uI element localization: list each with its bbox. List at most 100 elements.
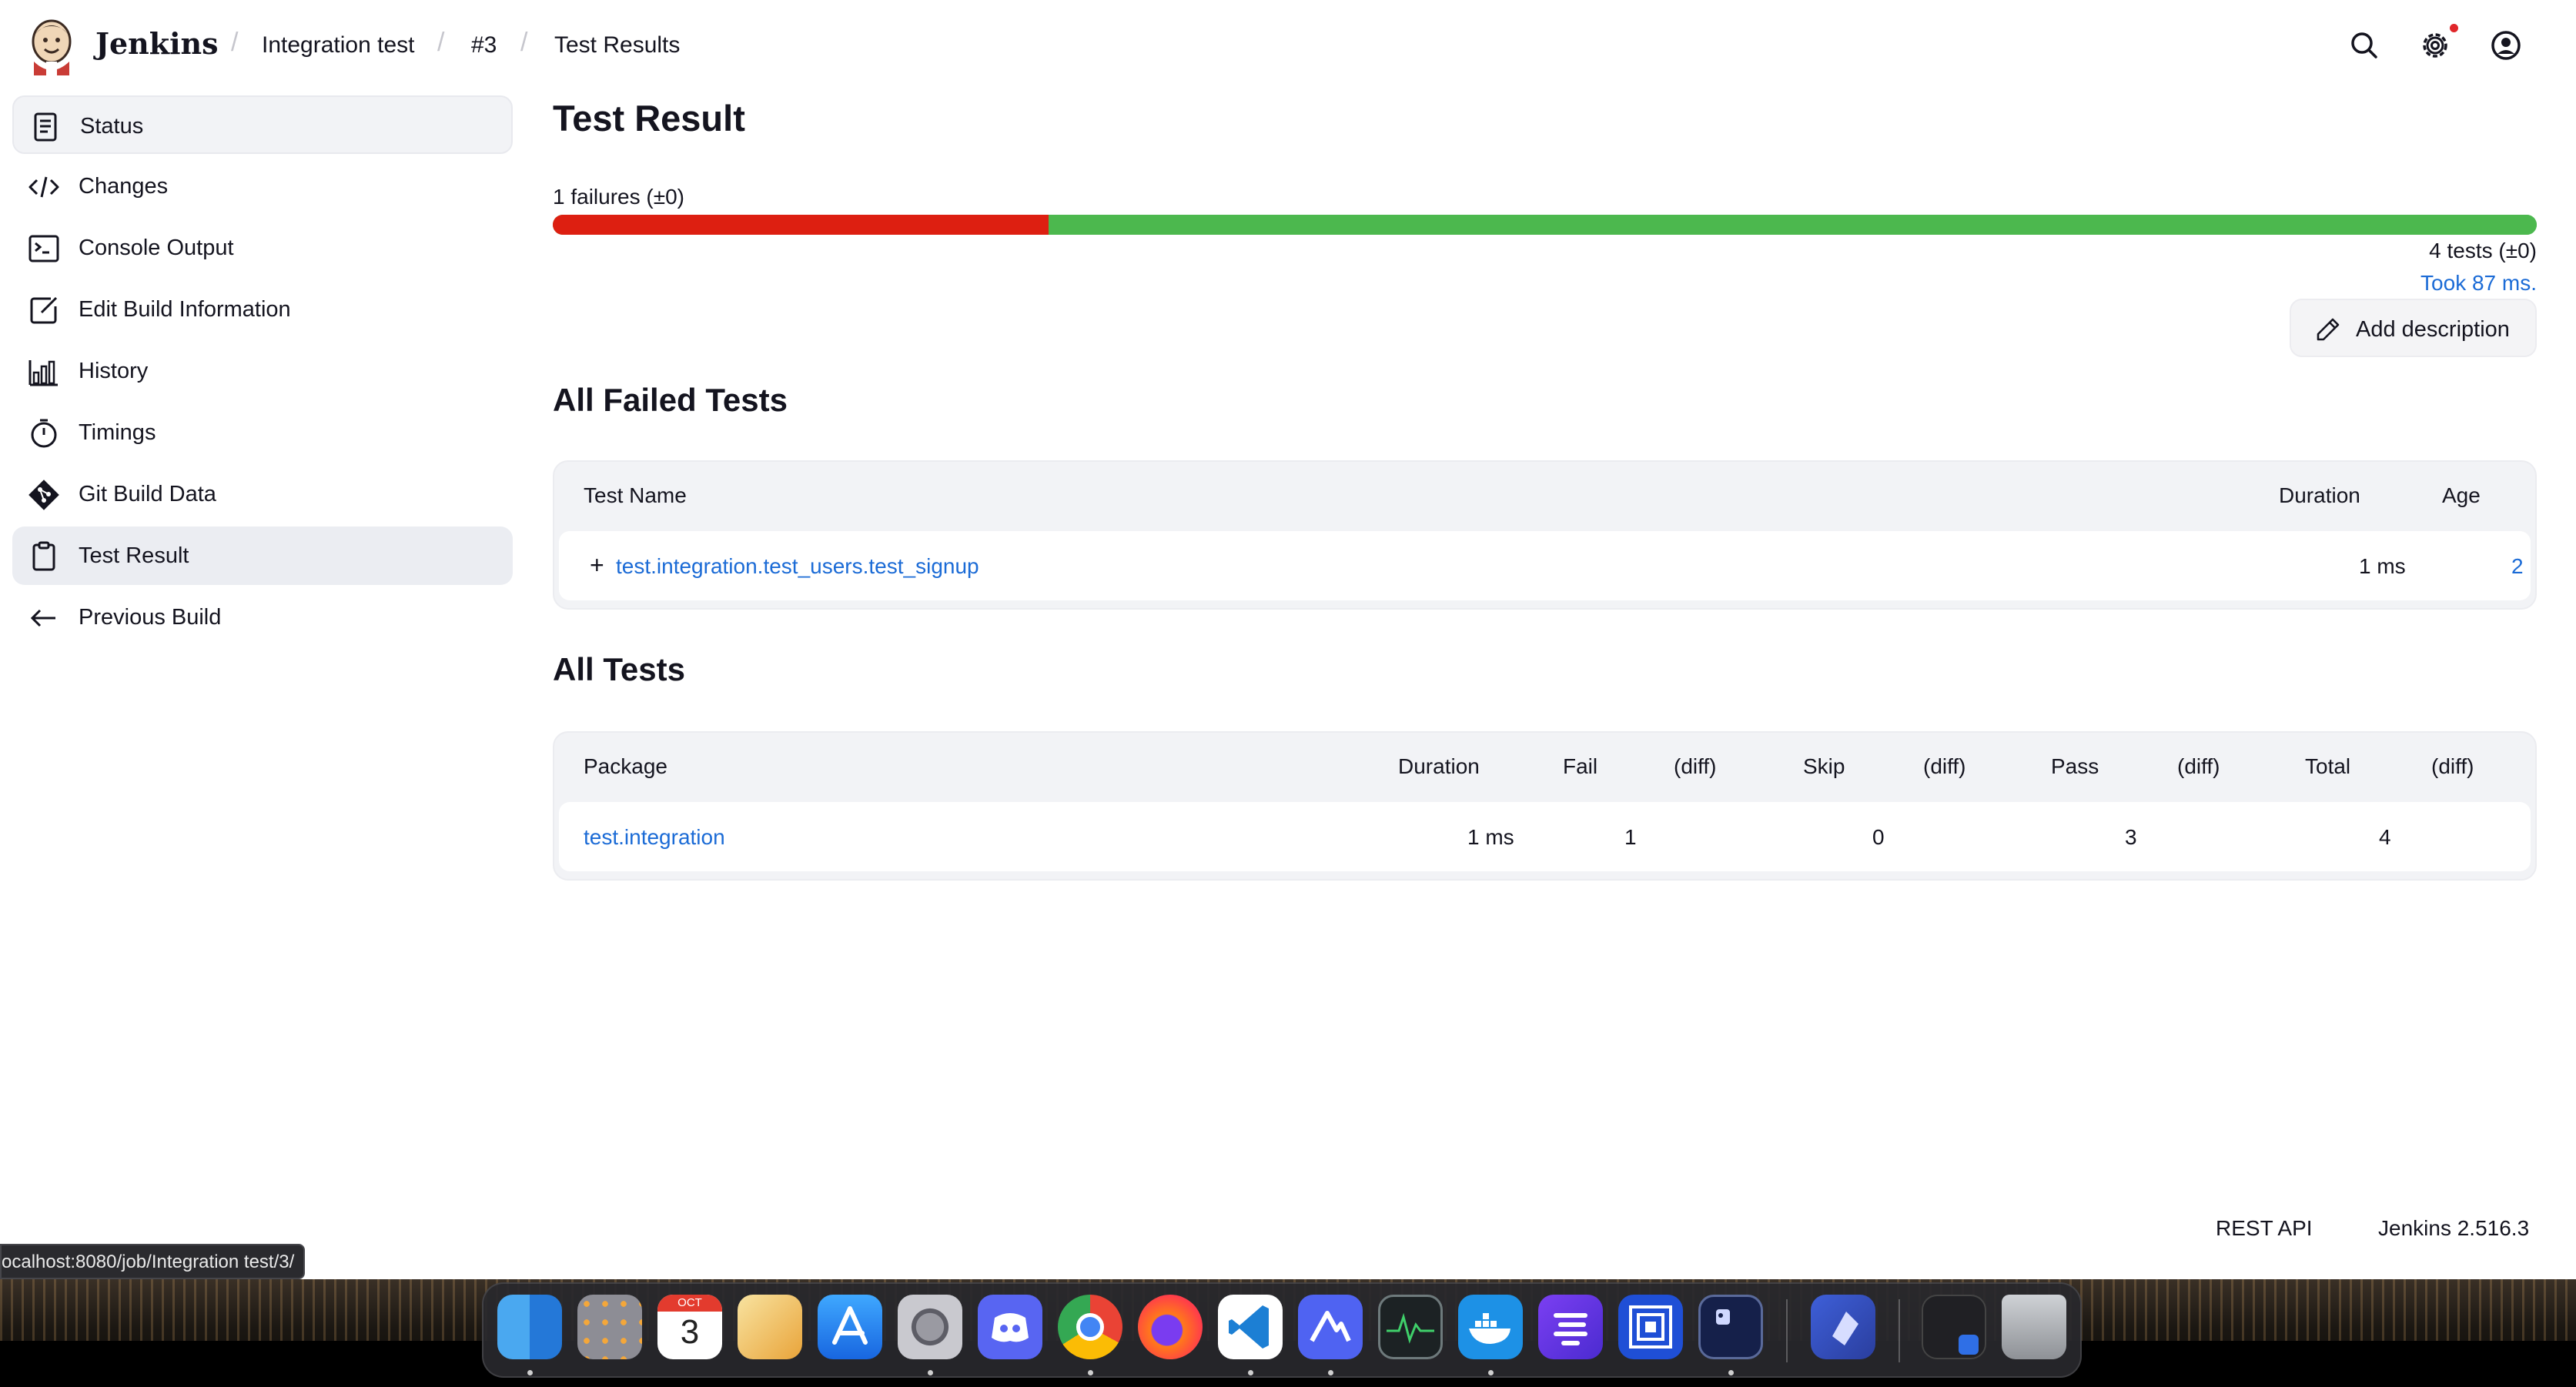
chrome-center: [1076, 1313, 1104, 1341]
column-header-pass[interactable]: Pass: [2051, 754, 2099, 779]
package-duration: 1 ms: [1467, 825, 1514, 849]
arrow-left-icon: [30, 609, 55, 627]
sidebar-item-label: Timings: [79, 420, 156, 445]
status-bar-url: ocalhost:8080/job/Integration test/3/: [0, 1244, 306, 1279]
table-header: Package Duration Fail (diff) Skip (diff)…: [554, 733, 2535, 802]
jenkins-logo[interactable]: [28, 17, 75, 75]
brand-name[interactable]: Jenkins: [95, 26, 219, 61]
terminal-icon: [28, 235, 59, 262]
sidebar-item-label: Test Result: [79, 543, 189, 568]
sidebar-item-label: Previous Build: [79, 605, 222, 630]
virtualbox-icon[interactable]: [1618, 1295, 1683, 1359]
git-icon: [28, 480, 59, 510]
sidebar-item-console-output[interactable]: Console Output: [12, 219, 513, 277]
column-header-total-diff[interactable]: (diff): [2431, 754, 2474, 779]
breadcrumb-job[interactable]: Integration test: [262, 32, 414, 58]
expand-icon[interactable]: +: [590, 551, 604, 580]
launchpad-icon[interactable]: [577, 1295, 642, 1359]
xcode-tool-icon[interactable]: [1811, 1295, 1875, 1359]
activity-monitor-icon[interactable]: [1378, 1295, 1443, 1359]
jenkins-version-link[interactable]: Jenkins 2.516.3: [2378, 1216, 2529, 1241]
calendar-month: OCT: [657, 1295, 722, 1312]
all-tests-title: All Tests: [553, 651, 685, 687]
page: Jenkins / Integration test / #3 / Test R…: [0, 0, 2576, 1387]
app-store-icon[interactable]: [818, 1295, 882, 1359]
breadcrumb-test-results[interactable]: Test Results: [554, 32, 680, 58]
package-link[interactable]: test.integration: [584, 825, 725, 850]
progress-fail-segment: [553, 215, 1049, 235]
dock-separator: [1786, 1299, 1788, 1362]
tests-summary: 4 tests (±0): [2429, 239, 2537, 262]
vscode-icon[interactable]: [1218, 1295, 1283, 1359]
all-tests-table: Package Duration Fail (diff) Skip (diff)…: [553, 731, 2537, 881]
sidebar-item-history[interactable]: History: [12, 342, 513, 400]
nordvpn-icon[interactable]: [1298, 1295, 1363, 1359]
dock-separator: [1899, 1299, 1900, 1362]
column-header-skip-diff[interactable]: (diff): [1923, 754, 1966, 779]
terminal-app-glyph: [1716, 1309, 1730, 1325]
running-indicator: [1248, 1370, 1253, 1375]
page-title: Test Result: [553, 98, 745, 139]
finder-icon[interactable]: [497, 1295, 562, 1359]
column-header-total[interactable]: Total: [2305, 754, 2350, 779]
code-icon: [28, 176, 59, 198]
document-icon: [34, 112, 57, 142]
package-fail-count: 1: [1624, 825, 1637, 849]
failed-test-duration: 1 ms: [2359, 554, 2406, 578]
window-thumbnail-badge: [1959, 1335, 1979, 1355]
add-description-button[interactable]: Add description: [2290, 299, 2537, 357]
breadcrumb-build[interactable]: #3: [471, 32, 497, 58]
table-row: test.integration 1 ms 1 0 3 4: [559, 802, 2531, 871]
user-account-icon[interactable]: [2488, 28, 2524, 63]
edit-icon: [30, 296, 58, 324]
column-header-pass-diff[interactable]: (diff): [2177, 754, 2220, 779]
system-settings-icon[interactable]: [898, 1295, 962, 1359]
sidebar-item-changes[interactable]: Changes: [12, 157, 513, 216]
virtualbox-glyph: [1629, 1305, 1672, 1349]
search-icon[interactable]: [2347, 28, 2382, 63]
window-thumbnail-icon[interactable]: [1922, 1295, 1986, 1359]
firefox-icon[interactable]: [1138, 1295, 1203, 1359]
sidebar-item-label: Console Output: [79, 236, 234, 260]
running-indicator: [1088, 1370, 1093, 1375]
sidebar-item-previous-build[interactable]: Previous Build: [12, 588, 513, 647]
column-header-fail[interactable]: Fail: [1563, 754, 1597, 779]
column-header-age[interactable]: Age: [2442, 483, 2481, 508]
calendar-icon[interactable]: OCT 3: [657, 1295, 722, 1359]
trash-icon[interactable]: [2002, 1295, 2066, 1359]
linear-icon[interactable]: [1538, 1295, 1603, 1359]
linear-glyph: [1554, 1313, 1587, 1345]
discord-icon[interactable]: [978, 1295, 1042, 1359]
column-header-duration[interactable]: Duration: [1398, 754, 1480, 779]
running-indicator: [1328, 1370, 1333, 1375]
gear-icon[interactable]: [2417, 28, 2453, 63]
sidebar-item-status[interactable]: Status: [12, 95, 513, 154]
package-total-count: 4: [2379, 825, 2391, 849]
docker-icon[interactable]: [1458, 1295, 1523, 1359]
bar-chart-icon: [28, 360, 58, 386]
column-header-package[interactable]: Package: [584, 754, 667, 779]
failed-test-age-link[interactable]: 2: [2511, 554, 2524, 579]
table-row: + test.integration.test_users.test_signu…: [559, 531, 2531, 600]
activity-monitor-glyph: [1387, 1312, 1434, 1344]
failed-test-link[interactable]: test.integration.test_users.test_signup: [616, 554, 979, 579]
sidebar-item-timings[interactable]: Timings: [12, 403, 513, 462]
breadcrumb-separator: /: [231, 28, 239, 57]
duration-link[interactable]: Took 87 ms.: [2420, 271, 2537, 296]
chrome-icon[interactable]: [1058, 1295, 1122, 1359]
sidebar-item-edit-build-information[interactable]: Edit Build Information: [12, 280, 513, 339]
column-header-test-name[interactable]: Test Name: [584, 483, 687, 508]
sidebar-item-test-result[interactable]: Test Result: [12, 526, 513, 585]
column-header-duration[interactable]: Duration: [2279, 483, 2360, 508]
sidebar-item-label: History: [79, 359, 149, 383]
preview-icon[interactable]: [738, 1295, 802, 1359]
running-indicator: [928, 1370, 933, 1375]
rest-api-link[interactable]: REST API: [2216, 1216, 2313, 1241]
terminal-app-icon[interactable]: [1698, 1295, 1763, 1359]
column-header-fail-diff[interactable]: (diff): [1674, 754, 1717, 779]
sidebar-item-git-build-data[interactable]: Git Build Data: [12, 465, 513, 523]
stopwatch-icon: [31, 419, 57, 448]
column-header-skip[interactable]: Skip: [1803, 754, 1845, 779]
notification-dot: [2450, 24, 2458, 32]
progress-pass-segment: [1049, 215, 2537, 235]
